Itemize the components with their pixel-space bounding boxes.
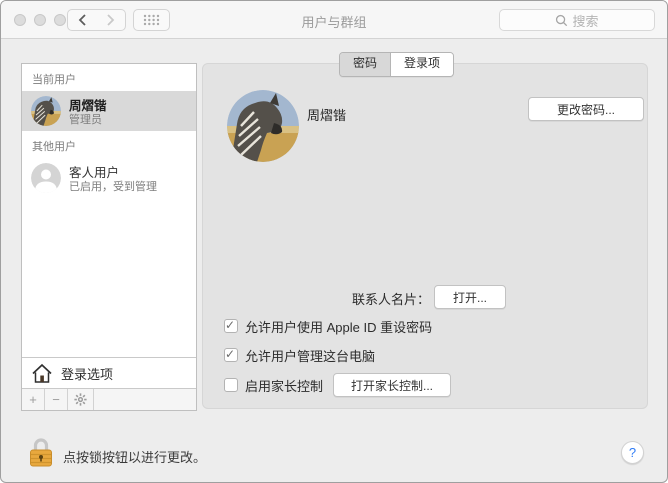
actions-button[interactable] — [68, 389, 94, 410]
add-user-button[interactable]: + — [22, 389, 45, 410]
search-input[interactable]: 搜索 — [499, 9, 655, 31]
login-options-label: 登录选项 — [61, 366, 114, 382]
tab-password[interactable]: 密码 — [340, 53, 392, 76]
search-placeholder: 搜索 — [572, 13, 599, 29]
contacts-card-label: 联系人名片： — [351, 292, 430, 307]
checkbox-row-parental-controls: 启用家长控制 打开家长控制... — [224, 373, 452, 397]
lock-hint-text: 点按锁按钮以进行更改。 — [63, 450, 207, 465]
parental-controls-label: 启用家长控制 — [245, 378, 324, 394]
guest-user-avatar — [31, 163, 61, 193]
sidebar-item-guest-user[interactable]: 客人用户 已启用，受到管理 — [22, 158, 196, 198]
other-users-header: 其他用户 — [32, 141, 76, 153]
back-button[interactable] — [67, 9, 97, 31]
search-icon — [556, 14, 568, 26]
sidebar-item-login-options[interactable]: 登录选项 — [22, 357, 196, 388]
zoom-button[interactable] — [54, 14, 66, 26]
minimize-button[interactable] — [34, 14, 46, 26]
checkbox-row-apple-id-reset: 允许用户使用 Apple ID 重设密码 — [224, 314, 432, 338]
sidebar-toolbar-spacer — [94, 389, 196, 410]
sidebar-toolbar: + − — [22, 388, 196, 410]
person-silhouette-icon — [31, 163, 61, 193]
admin-label: 允许用户管理这台电脑 — [245, 348, 376, 364]
guest-user-status: 已启用，受到管理 — [69, 181, 157, 193]
zebra-avatar-icon — [227, 90, 299, 162]
home-icon — [32, 363, 52, 383]
lock-icon — [30, 438, 52, 467]
title-bar: 用户与群组 搜索 — [1, 1, 667, 39]
user-list-sidebar: 当前用户 周熠锴 管理员 其他用户 客人用户 已启用，受到管理 登录选项 + − — [21, 63, 197, 411]
chevron-left-icon — [78, 14, 86, 26]
gear-icon — [74, 393, 87, 406]
users-groups-window: 用户与群组 搜索 当前用户 周熠锴 管理员 其他用户 客人用户 已启用，受到管理… — [0, 0, 668, 483]
apple-id-reset-checkbox[interactable] — [224, 318, 238, 333]
password-pane: 周熠锴 更改密码... 联系人名片： 打开... 允许用户使用 Apple ID… — [202, 63, 648, 409]
user-name-label: 周熠锴 — [307, 108, 347, 123]
contacts-card-row: 联系人名片： 打开... — [203, 285, 649, 309]
tab-login-items[interactable]: 登录项 — [391, 53, 454, 76]
current-user-header: 当前用户 — [32, 74, 76, 86]
grid-icon — [143, 14, 160, 26]
user-avatar[interactable] — [227, 90, 299, 162]
open-contacts-card-button[interactable]: 打开... — [434, 285, 506, 309]
tab-bar: 密码 登录项 — [339, 52, 455, 77]
open-parental-controls-button[interactable]: 打开家长控制... — [333, 373, 452, 397]
change-password-button[interactable]: 更改密码... — [528, 97, 644, 121]
admin-checkbox[interactable] — [224, 347, 238, 362]
remove-user-button[interactable]: − — [45, 389, 68, 410]
sidebar-item-current-user[interactable]: 周熠锴 管理员 — [22, 91, 196, 131]
forward-button[interactable] — [96, 9, 126, 31]
current-user-role: 管理员 — [69, 114, 102, 126]
help-button[interactable]: ? — [621, 441, 644, 464]
apple-id-reset-label: 允许用户使用 Apple ID 重设密码 — [245, 319, 433, 335]
lock-button[interactable] — [28, 436, 54, 473]
checkbox-row-admin: 允许用户管理这台电脑 — [224, 343, 375, 367]
show-all-button[interactable] — [133, 9, 170, 31]
close-button[interactable] — [14, 14, 26, 26]
chevron-right-icon — [106, 14, 114, 26]
parental-controls-checkbox[interactable] — [224, 378, 238, 392]
zebra-avatar-icon — [31, 96, 61, 126]
current-user-avatar — [31, 96, 61, 126]
